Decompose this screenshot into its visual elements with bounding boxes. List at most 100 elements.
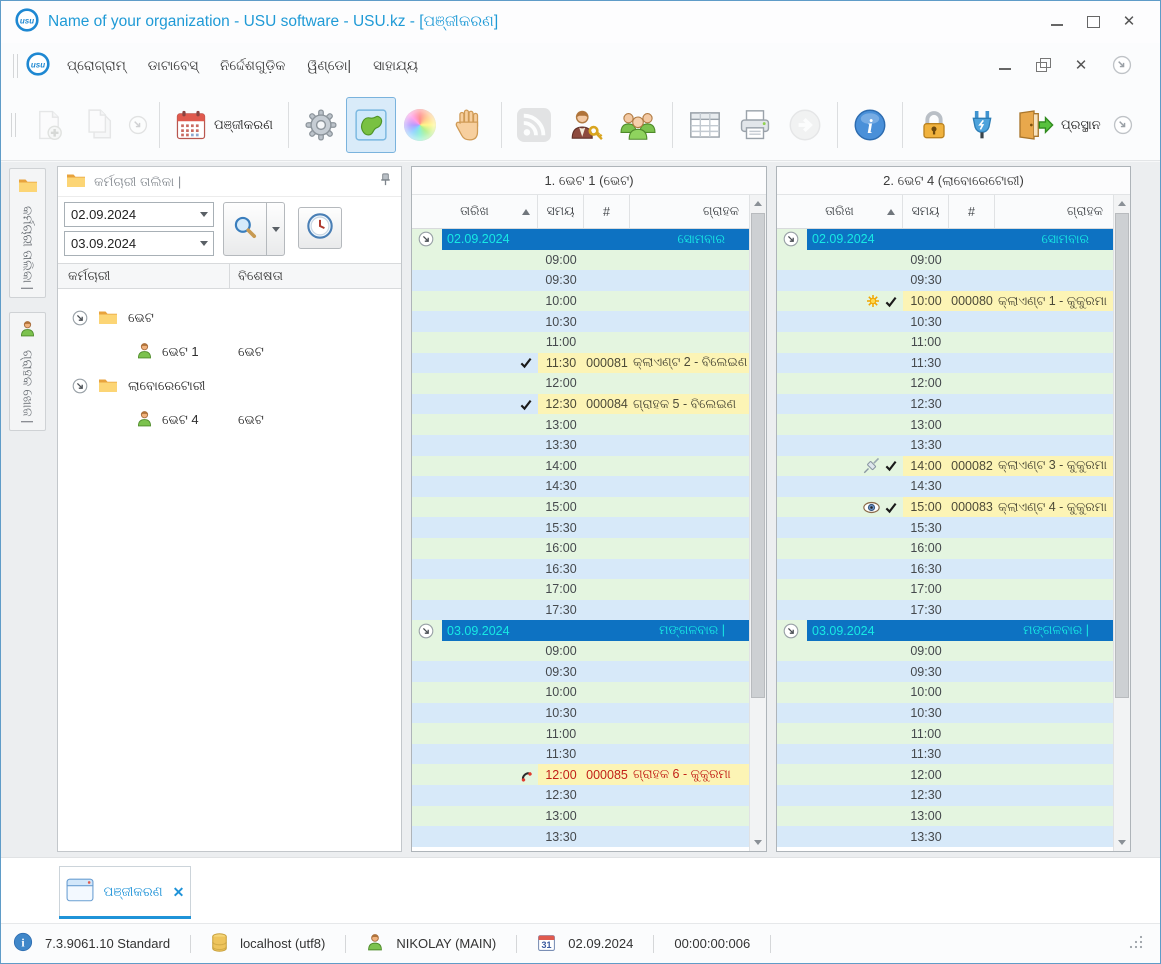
color-wheel-button[interactable] <box>396 97 444 153</box>
date-band-row[interactable]: 02.09.2024 ସୋମବାର <box>412 229 749 250</box>
overflow-chevron-button[interactable] <box>124 110 152 140</box>
schedule-slot-row[interactable]: 12:30 000084 ଗ୍ରାହକ 5 - ବିଲେଇଣ <box>412 393 749 415</box>
schedule-slot-row[interactable]: 10:30 <box>777 702 1113 724</box>
hand-button[interactable] <box>444 97 494 153</box>
schedule-slot-row[interactable]: 09:30 <box>412 661 749 683</box>
side-tab-0[interactable]: କର୍ମଚାରୀ ତାଲିକା | <box>9 168 46 298</box>
overflow-chevron-button[interactable] <box>1109 110 1137 140</box>
schedule-slot-row[interactable]: 10:30 <box>777 311 1113 332</box>
schedule-slot-row[interactable]: 09:30 <box>777 270 1113 291</box>
expander-icon[interactable] <box>783 623 799 639</box>
search-button[interactable] <box>223 202 267 256</box>
schedule-slot-row[interactable]: 13:30 <box>777 434 1113 456</box>
combo-dropdown-icon[interactable] <box>195 203 213 226</box>
schedule-slot-row[interactable]: 16:00 <box>777 537 1113 559</box>
schedule-slot-row[interactable]: 11:00 <box>412 723 749 744</box>
scrollbar-thumb[interactable] <box>1115 213 1129 699</box>
add-document-button[interactable] <box>24 97 74 153</box>
plug-button[interactable] <box>958 97 1006 153</box>
column-header-client[interactable]: ଗ୍ରାହକ <box>630 195 749 228</box>
schedule-slot-row[interactable]: 12:00 <box>777 373 1113 394</box>
expander-icon[interactable] <box>418 623 434 639</box>
column-header-date[interactable]: ତାରିଖ <box>412 195 538 228</box>
expander-icon[interactable] <box>418 231 434 247</box>
schedule-slot-row[interactable]: 11:00 <box>412 331 749 353</box>
expander-icon[interactable] <box>783 231 799 247</box>
exit-door-button[interactable]: ପ୍ରସ୍ଥାନ <box>1006 97 1109 153</box>
schedule-slot-row[interactable]: 13:30 <box>777 826 1113 847</box>
schedule-slot-row[interactable]: 15:00 <box>412 496 749 518</box>
schedule-slot-row[interactable]: 13:00 <box>412 414 749 435</box>
scroll-down-button[interactable] <box>1114 834 1130 851</box>
schedule-slot-row[interactable]: 15:30 <box>412 517 749 538</box>
menu-item[interactable]: ନିର୍ଦ୍ଦେଶଗୁଡ଼ିକ <box>211 53 294 79</box>
schedule-slot-row[interactable]: 12:30 <box>777 785 1113 806</box>
schedule-slot-row[interactable]: 16:30 <box>412 558 749 580</box>
user-key-button[interactable] <box>559 97 611 153</box>
schedule-slot-row[interactable]: 09:00 <box>412 640 749 662</box>
schedule-slot-row[interactable]: 12:00 <box>412 373 749 394</box>
expander-icon[interactable] <box>72 310 88 326</box>
schedule-slot-row[interactable]: 12:00 000085 ଗ୍ରାହକ 6 - କୁକୁରମା <box>412 764 749 786</box>
schedule-slot-row[interactable]: 13:30 <box>412 826 749 847</box>
schedule-slot-row[interactable]: 11:30 <box>777 743 1113 765</box>
minimize-button[interactable] <box>1050 16 1064 28</box>
schedule-slot-row[interactable]: 12:00 <box>777 764 1113 786</box>
schedule-slot-row[interactable]: 14:30 <box>412 476 749 497</box>
schedule-slot-row[interactable]: 10:00 000080 କ୍ଲାଏଣ୍ଟ 1 - କୁକୁରମା <box>777 290 1113 312</box>
scrollbar-thumb[interactable] <box>751 213 765 699</box>
schedule-slot-row[interactable]: 14:00 <box>412 455 749 477</box>
lock-button[interactable] <box>910 97 958 153</box>
schedule-slot-row[interactable]: 10:30 <box>412 311 749 332</box>
menu-item[interactable]: ୱିଣ୍ଡୋ| <box>298 53 360 79</box>
tree-folder-row[interactable]: ଭେଟ <box>58 301 401 335</box>
schedule-slot-row[interactable]: 15:00 000083 କ୍ଲାଏଣ୍ଟ 4 - କୁକୁରମା <box>777 496 1113 518</box>
scroll-up-button[interactable] <box>750 195 766 212</box>
toolbar-grip[interactable] <box>13 54 18 78</box>
scroll-down-button[interactable] <box>750 834 766 851</box>
schedule-slot-row[interactable]: 14:30 <box>777 476 1113 497</box>
clock-button[interactable] <box>298 207 342 249</box>
mdi-overflow-chevron-icon[interactable] <box>1112 55 1134 77</box>
schedule-slot-row[interactable]: 11:00 <box>777 723 1113 744</box>
schedule-slot-row[interactable]: 11:00 <box>777 331 1113 353</box>
date-band-row[interactable]: 02.09.2024 ସୋମବାର <box>777 229 1113 250</box>
vertical-scrollbar[interactable] <box>749 195 766 851</box>
maximize-button[interactable] <box>1086 16 1100 28</box>
menu-item[interactable]: ପ୍ରୋଗ୍ରାମ୍ <box>58 53 135 79</box>
schedule-slot-row[interactable]: 10:00 <box>777 682 1113 703</box>
tab-close-icon[interactable]: ✕ <box>173 884 185 901</box>
schedule-slot-row[interactable]: 16:30 <box>777 558 1113 580</box>
date-band-row[interactable]: 03.09.2024 ମଙ୍ଗଳବାର | <box>412 620 749 641</box>
copy-document-button[interactable] <box>74 97 124 153</box>
schedule-slot-row[interactable]: 13:00 <box>777 805 1113 827</box>
mdi-close-button[interactable]: ✕ <box>1074 58 1088 73</box>
date-to-combobox[interactable]: 03.09.2024 <box>64 231 214 256</box>
schedule-slot-row[interactable]: 11:30 <box>777 352 1113 374</box>
tree-folder-row[interactable]: ଲାବୋରେଟୋରୀ <box>58 369 401 403</box>
users-group-button[interactable] <box>611 97 665 153</box>
tree-employee-row[interactable]: ଭେଟ 4 ଭେଟ <box>58 403 401 437</box>
toolbar-grip[interactable] <box>11 112 16 137</box>
settings-gear-button[interactable] <box>296 97 346 153</box>
column-header-number[interactable]: # <box>949 195 995 228</box>
schedule-slot-row[interactable]: 13:00 <box>777 414 1113 435</box>
column-header-employee[interactable]: କର୍ମଚାରୀ <box>58 264 230 288</box>
schedule-slot-row[interactable]: 17:00 <box>412 579 749 600</box>
vertical-scrollbar[interactable] <box>1113 195 1130 851</box>
column-header-time[interactable]: ସମୟ <box>538 195 584 228</box>
schedule-slot-row[interactable]: 17:00 <box>777 579 1113 600</box>
schedule-slot-row[interactable]: 09:30 <box>777 661 1113 683</box>
schedule-slot-row[interactable]: 13:30 <box>412 434 749 456</box>
column-header-date[interactable]: ତାରିଖ <box>777 195 903 228</box>
schedule-slot-row[interactable]: 14:00 000082 କ୍ଲାଏଣ୍ଟ 3 - କୁକୁରମା <box>777 455 1113 477</box>
pin-icon[interactable] <box>378 172 393 192</box>
search-dropdown-button[interactable] <box>267 202 285 256</box>
schedule-slot-row[interactable]: 17:30 <box>412 599 749 621</box>
schedule-slot-row[interactable]: 17:30 <box>777 599 1113 621</box>
schedule-slot-row[interactable]: 09:30 <box>412 270 749 291</box>
map-button[interactable] <box>345 96 396 153</box>
close-button[interactable]: ✕ <box>1122 14 1136 29</box>
date-from-combobox[interactable]: 02.09.2024 <box>64 202 214 227</box>
info-button[interactable]: i <box>845 97 895 153</box>
